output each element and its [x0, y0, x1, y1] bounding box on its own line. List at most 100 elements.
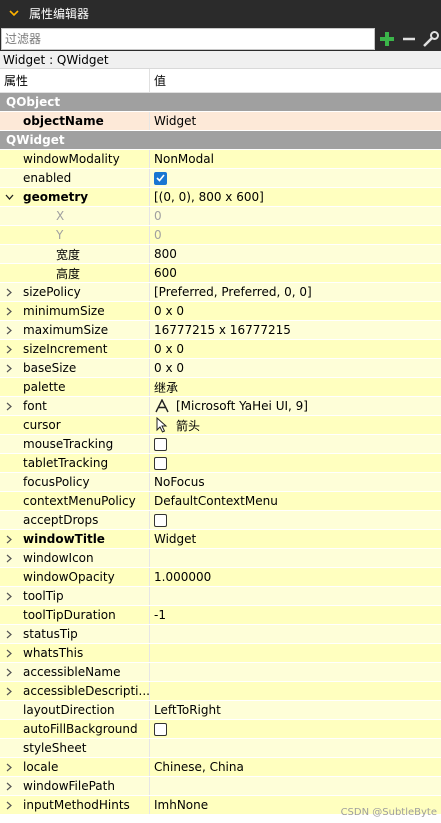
property-value-cell[interactable]: [(0, 0), 800 x 600]	[150, 188, 441, 206]
property-value-cell[interactable]	[150, 625, 441, 643]
collapsed-chevron-icon[interactable]	[4, 554, 14, 563]
collapsed-chevron-icon[interactable]	[4, 763, 14, 772]
property-value-cell[interactable]: [Microsoft YaHei UI, 9]	[150, 397, 441, 415]
property-row[interactable]: palette 继承	[0, 378, 441, 397]
property-value-cell[interactable]: Widget	[150, 530, 441, 548]
property-row[interactable]: objectName Widget	[0, 112, 441, 131]
property-value-cell[interactable]: [Preferred, Preferred, 0, 0]	[150, 283, 441, 301]
property-row[interactable]: layoutDirection LeftToRight	[0, 701, 441, 720]
remove-icon[interactable]	[399, 28, 419, 50]
property-row[interactable]: sizeIncrement 0 x 0	[0, 340, 441, 359]
collapsed-chevron-icon[interactable]	[4, 288, 14, 297]
property-value-cell[interactable]	[150, 777, 441, 795]
property-row[interactable]: enabled	[0, 169, 441, 188]
property-row[interactable]: minimumSize 0 x 0	[0, 302, 441, 321]
property-value-cell[interactable]: NoFocus	[150, 473, 441, 491]
collapsed-chevron-icon[interactable]	[4, 402, 14, 411]
expanded-chevron-icon[interactable]	[4, 194, 14, 200]
property-row[interactable]: statusTip	[0, 625, 441, 644]
property-value-cell[interactable]: 继承	[150, 378, 441, 396]
property-value-cell[interactable]: 0 x 0	[150, 302, 441, 320]
property-value-cell[interactable]	[150, 663, 441, 681]
property-row[interactable]: baseSize 0 x 0	[0, 359, 441, 378]
collapsed-chevron-icon[interactable]	[4, 326, 14, 335]
header-property[interactable]: 属性	[0, 69, 150, 92]
unchecked-checkbox[interactable]	[154, 456, 167, 470]
collapsed-chevron-icon[interactable]	[4, 649, 14, 658]
header-value[interactable]: 值	[150, 72, 166, 89]
property-value-cell[interactable]: -1	[150, 606, 441, 624]
collapsed-chevron-icon[interactable]	[4, 364, 14, 373]
property-row[interactable]: contextMenuPolicy DefaultContextMenu	[0, 492, 441, 511]
property-value-cell[interactable]	[150, 682, 441, 700]
property-value-cell[interactable]	[150, 587, 441, 605]
collapsed-chevron-icon[interactable]	[4, 801, 14, 810]
property-value-cell[interactable]	[150, 454, 441, 472]
property-value-cell[interactable]: DefaultContextMenu	[150, 492, 441, 510]
property-value-cell[interactable]: 1.000000	[150, 568, 441, 586]
collapsed-chevron-icon[interactable]	[4, 782, 14, 791]
property-value-cell[interactable]: 0 x 0	[150, 359, 441, 377]
property-value-cell[interactable]: NonModal	[150, 150, 441, 168]
collapsed-chevron-icon[interactable]	[4, 592, 14, 601]
property-row[interactable]: 高度 600	[0, 264, 441, 283]
property-row[interactable]: toolTipDuration -1	[0, 606, 441, 625]
collapsed-chevron-icon[interactable]	[4, 307, 14, 316]
property-value-cell[interactable]: 0	[150, 226, 441, 244]
property-value-cell[interactable]	[150, 511, 441, 529]
property-row[interactable]: styleSheet	[0, 739, 441, 758]
property-value-cell[interactable]	[150, 644, 441, 662]
property-value-cell[interactable]	[150, 549, 441, 567]
property-row[interactable]: windowIcon	[0, 549, 441, 568]
property-row[interactable]: windowModality NonModal	[0, 150, 441, 169]
property-row[interactable]: Y0	[0, 226, 441, 245]
property-row[interactable]: autoFillBackground	[0, 720, 441, 739]
property-row[interactable]: tabletTracking	[0, 454, 441, 473]
unchecked-checkbox[interactable]	[154, 722, 167, 736]
property-row[interactable]: windowTitle Widget	[0, 530, 441, 549]
property-row[interactable]: geometry [(0, 0), 800 x 600]	[0, 188, 441, 207]
property-row[interactable]: toolTip	[0, 587, 441, 606]
checked-checkbox[interactable]	[154, 171, 167, 185]
dock-title-bar[interactable]: 属性编辑器	[0, 0, 441, 27]
wrench-icon[interactable]	[421, 28, 441, 50]
property-value-cell[interactable]: 800	[150, 245, 441, 263]
property-row[interactable]: acceptDrops	[0, 511, 441, 530]
property-value-cell[interactable]	[150, 739, 441, 757]
property-row[interactable]: accessibleDescripti...	[0, 682, 441, 701]
property-row[interactable]: sizePolicy [Preferred, Preferred, 0, 0]	[0, 283, 441, 302]
property-value-cell[interactable]: 16777215 x 16777215	[150, 321, 441, 339]
chevron-down-icon[interactable]	[9, 10, 23, 17]
property-row[interactable]: maximumSize 16777215 x 16777215	[0, 321, 441, 340]
property-row[interactable]: focusPolicy NoFocus	[0, 473, 441, 492]
property-value-cell[interactable]: Widget	[150, 112, 441, 130]
unchecked-checkbox[interactable]	[154, 513, 167, 527]
property-row[interactable]: locale Chinese, China	[0, 758, 441, 777]
collapsed-chevron-icon[interactable]	[4, 535, 14, 544]
property-value-cell[interactable]: Chinese, China	[150, 758, 441, 776]
property-value-cell[interactable]: 0 x 0	[150, 340, 441, 358]
add-icon[interactable]	[377, 28, 397, 50]
property-row[interactable]: windowOpacity 1.000000	[0, 568, 441, 587]
filter-input[interactable]	[1, 28, 375, 50]
collapsed-chevron-icon[interactable]	[4, 687, 14, 696]
property-value-cell[interactable]: 0	[150, 207, 441, 225]
property-row[interactable]: windowFilePath	[0, 777, 441, 796]
property-value-cell[interactable]: 箭头	[150, 416, 441, 434]
property-row[interactable]: 宽度 800	[0, 245, 441, 264]
property-value-cell[interactable]	[150, 720, 441, 738]
property-row[interactable]: whatsThis	[0, 644, 441, 663]
collapsed-chevron-icon[interactable]	[4, 630, 14, 639]
collapsed-chevron-icon[interactable]	[4, 345, 14, 354]
property-value-cell[interactable]	[150, 169, 441, 187]
property-value-cell[interactable]	[150, 435, 441, 453]
property-group-row[interactable]: QObject	[0, 93, 441, 112]
unchecked-checkbox[interactable]	[154, 437, 167, 451]
property-row[interactable]: accessibleName	[0, 663, 441, 682]
property-value-cell[interactable]: LeftToRight	[150, 701, 441, 719]
property-group-row[interactable]: QWidget	[0, 131, 441, 150]
property-value-cell[interactable]: 600	[150, 264, 441, 282]
property-row[interactable]: cursor 箭头	[0, 416, 441, 435]
property-row[interactable]: mouseTracking	[0, 435, 441, 454]
collapsed-chevron-icon[interactable]	[4, 668, 14, 677]
